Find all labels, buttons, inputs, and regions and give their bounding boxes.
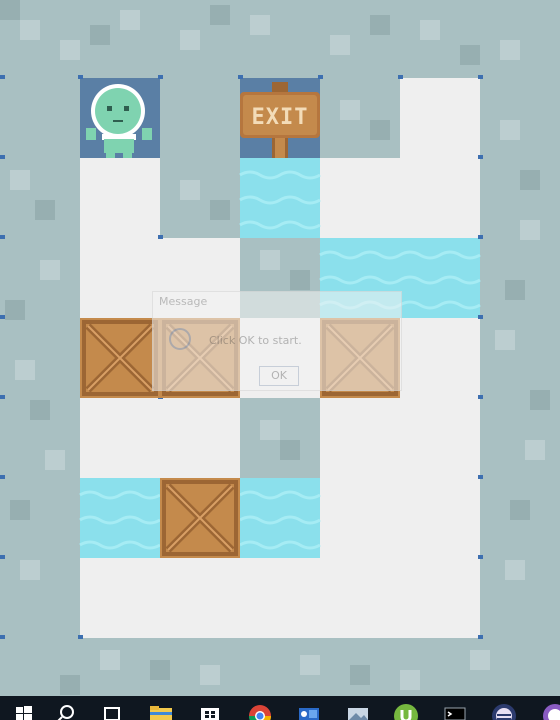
- taskbar: [0, 696, 560, 720]
- game-board[interactable]: EXIT Message Click OK to start. OK: [0, 0, 560, 696]
- terminal-icon[interactable]: [431, 696, 479, 720]
- message-dialog: Message Click OK to start. OK: [152, 291, 402, 391]
- windows-start-icon[interactable]: [0, 696, 48, 720]
- outlook-icon[interactable]: [285, 696, 333, 720]
- crate[interactable]: [160, 478, 240, 558]
- search-icon[interactable]: [42, 696, 90, 720]
- exit-sign-label: EXIT: [251, 105, 309, 130]
- dialog-message: Click OK to start.: [209, 334, 302, 347]
- player-character[interactable]: [80, 78, 160, 158]
- app-icon[interactable]: [480, 696, 528, 720]
- dialog-title: Message: [159, 295, 208, 308]
- exit-sign[interactable]: EXIT: [240, 78, 320, 158]
- file-explorer-icon[interactable]: [137, 696, 185, 720]
- crate[interactable]: [80, 318, 160, 398]
- store-icon[interactable]: [186, 696, 234, 720]
- info-icon: [169, 328, 191, 350]
- app-icon-2[interactable]: [530, 696, 560, 720]
- photos-icon[interactable]: [334, 696, 382, 720]
- task-view-icon[interactable]: [88, 696, 136, 720]
- ok-button[interactable]: OK: [259, 366, 299, 386]
- utorrent-icon[interactable]: [382, 696, 430, 720]
- chrome-icon[interactable]: [236, 696, 284, 720]
